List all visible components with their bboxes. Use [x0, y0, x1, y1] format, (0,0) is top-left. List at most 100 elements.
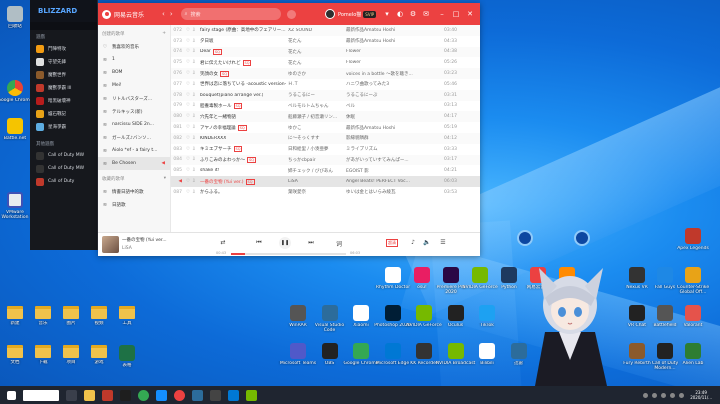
song-row[interactable]: 079 ♡ ⇩ 胆養毒製ホール SQ ベルモルトムちゃん ベル 03:13 — [171, 101, 480, 112]
song-artist[interactable]: 花たん — [288, 60, 346, 66]
download-icon[interactable]: ⇩ — [192, 49, 200, 54]
back-icon[interactable]: ‹ — [162, 10, 165, 18]
download-icon[interactable]: ⇩ — [192, 168, 200, 173]
song-row[interactable]: 082 ♡ ⇩ KINDERXXX に～そっくすす 影縁貌隣群 04:12 — [171, 132, 480, 144]
blizzard-other-game-item[interactable]: Call of Duty MW — [30, 162, 97, 175]
song-album[interactable]: ミライプリズム — [346, 146, 444, 152]
battlenet-icon[interactable] — [156, 389, 167, 401]
nvidia-icon[interactable] — [246, 389, 257, 401]
desktop-icon-speed[interactable] — [505, 230, 545, 246]
effects-icon[interactable]: ♪ — [408, 239, 418, 246]
tray-icon[interactable] — [661, 392, 667, 398]
song-row[interactable]: 074 ♡ ⇩ Dear SQ 花たん Flower 04:38 — [171, 46, 480, 58]
sidebar-playlist-item[interactable]: ♡ 我喜欢的音乐 — [98, 40, 170, 53]
network-icon[interactable] — [670, 392, 676, 398]
user-profile[interactable]: Pomelo猫 SVIP — [325, 9, 377, 19]
desktop-icon-speed-2[interactable] — [562, 230, 602, 246]
song-album[interactable]: 最新作品Amatsu Hoshi — [346, 125, 444, 131]
steam-icon[interactable] — [192, 389, 203, 401]
mic-icon[interactable] — [286, 9, 296, 19]
song-row[interactable]: 076 ♡ ⇩ 笑顔の女 SQ ゆのさか voices in a bottle ～歌を聴き.… — [171, 68, 480, 79]
taskbar-app-icon[interactable] — [102, 389, 113, 401]
download-icon[interactable]: ⇩ — [192, 190, 200, 195]
song-artist[interactable]: ベルモルトムちゃん — [288, 103, 346, 109]
blizzard-game-item[interactable]: 魔獸爭霸 III — [30, 81, 97, 94]
edge-icon[interactable] — [228, 389, 239, 401]
song-row[interactable]: 072 ♡ ⇩ fairy stage (原曲：高地中のフェアリー... XZ SOUN… — [171, 25, 480, 36]
song-album[interactable]: ベル — [346, 103, 444, 109]
song-album[interactable]: 休眠 — [346, 114, 444, 120]
download-icon[interactable]: ⇩ — [192, 157, 200, 162]
song-row[interactable]: 083 ♡ ⇩ キミエブサーチ SQ 日和絵里 / 小湊亜夢 ミライプリズム 03:33 — [171, 144, 480, 155]
song-row[interactable]: 073 ♡ ⇩ 夕日坂 花たん 最新作品Amatsu Hoshi 04:33 — [171, 36, 480, 47]
song-album[interactable]: ハニワ曲歌ってみた3 — [346, 81, 444, 87]
song-artist[interactable]: 葉咲愛奈 — [288, 189, 346, 195]
blizzard-game-item[interactable]: 鬥陣特攻 — [30, 42, 97, 55]
download-icon[interactable]: ⇩ — [192, 179, 200, 184]
download-icon[interactable]: ⇩ — [192, 125, 200, 130]
desktop-app-icon[interactable]: Counter-Strike Global Off... — [676, 267, 710, 295]
song-artist[interactable]: 姉チェック / びびあん — [288, 168, 346, 174]
clock[interactable]: 23:49 2020/11/... — [690, 390, 712, 400]
playlist-icon[interactable]: ☰ — [438, 239, 448, 246]
download-icon[interactable]: ⇩ — [192, 28, 200, 33]
blizzard-game-item[interactable]: 爐石戰記 — [30, 107, 97, 120]
blizzard-game-item[interactable]: 魔獸世界 — [30, 68, 97, 81]
song-artist[interactable]: Ｈ.Ｔ — [288, 81, 346, 87]
desktop-app-icon[interactable]: Alien Lab — [676, 343, 710, 371]
close-icon[interactable]: ✕ — [464, 8, 476, 20]
settings-icon[interactable]: ⚙ — [407, 8, 419, 20]
song-row[interactable]: 084 ♡ ⇩ ふりこみのよわっか～ SQ ちっかcbpair があがいっていすてみんぱー.… — [171, 154, 480, 166]
song-row[interactable]: 085 ♡ ⇩ shake it! 姉チェック / びびあん EGOIST 影 04:21 — [171, 165, 480, 176]
taskbar-search[interactable] — [23, 389, 59, 401]
start-icon[interactable] — [7, 390, 16, 400]
download-icon[interactable]: ⇩ — [192, 71, 200, 76]
download-icon[interactable]: ⇩ — [192, 82, 200, 87]
file-explorer-icon[interactable] — [84, 389, 95, 401]
sidebar-playlist-item[interactable]: ≋ テルキッス(新) — [98, 105, 170, 118]
song-artist[interactable]: XZ SOUND — [288, 28, 346, 33]
song-artist[interactable]: 花たん — [288, 38, 346, 44]
desktop-app-icon[interactable]: TikTok — [467, 305, 507, 333]
tray-icon[interactable] — [643, 392, 649, 398]
progress-bar[interactable] — [231, 253, 346, 255]
sidebar-playlist-item[interactable]: ≋ BOM — [98, 66, 170, 79]
blizzard-game-item[interactable]: 暗黑破壞神 — [30, 94, 97, 107]
song-album[interactable]: 最新作品Amatsu Hoshi — [346, 38, 444, 44]
task-view-icon[interactable] — [66, 389, 77, 401]
song-artist[interactable]: 船藤瀬子 / 初音瀬リン... — [288, 114, 346, 120]
sidebar-playlist-item[interactable]: ≋ Mei! — [98, 79, 170, 92]
maximize-icon[interactable]: □ — [450, 8, 462, 20]
song-artist[interactable]: うるこるにー — [288, 92, 346, 98]
blizzard-game-item[interactable]: 守望先鋒 — [30, 55, 97, 68]
next-icon[interactable]: ⏭ — [306, 239, 316, 247]
song-artist[interactable]: に～そっくすす — [288, 135, 346, 141]
sidebar-playlist-item[interactable]: ≋ Be Chosen ◀ — [98, 157, 170, 170]
sidebar-collected-item[interactable]: ≋ 情書日語中的歌 — [98, 185, 170, 198]
terminal-icon[interactable] — [120, 389, 131, 401]
download-icon[interactable]: ⇩ — [192, 103, 200, 108]
theme-icon[interactable]: ◐ — [394, 8, 406, 20]
album-cover[interactable] — [102, 236, 119, 253]
netease-icon[interactable] — [174, 389, 185, 401]
desktop-folder[interactable]: 工具 — [107, 306, 147, 331]
volume-icon[interactable] — [679, 392, 685, 398]
sidebar-playlist-item[interactable]: ≋ narcissu SIDE 2n... — [98, 118, 170, 131]
download-icon[interactable]: ⇩ — [192, 60, 200, 65]
song-artist[interactable]: LiSA — [288, 179, 346, 184]
song-album[interactable]: 最新作品Amatsu Hoshi — [346, 27, 444, 33]
shuffle-icon[interactable]: ⇄ — [218, 239, 228, 246]
sidebar-collected-item[interactable]: ≋ 日語歌 — [98, 198, 170, 211]
mail-icon[interactable]: ✉ — [420, 8, 432, 20]
song-album[interactable]: Flower — [346, 60, 444, 65]
previous-icon[interactable]: ⏮ — [254, 239, 264, 247]
song-artist[interactable]: 日和絵里 / 小湊亜夢 — [288, 146, 346, 152]
song-row[interactable]: 087 ♡ ⇩ からふる。 葉咲愛奈 ゆいは金とはいらみ綾瓦 03:53 — [171, 187, 480, 198]
song-album[interactable]: があがいっていすてみんぱー... — [346, 157, 444, 163]
song-row[interactable]: 077 ♡ ⇩ 世界は恋に落ちている -acoustic version- Ｈ.Ｔ ハニワ… — [171, 79, 480, 90]
song-album[interactable]: EGOIST 影 — [346, 168, 444, 174]
lyrics-icon[interactable]: 词 — [334, 239, 344, 248]
dropdown-icon[interactable]: ▾ — [381, 8, 393, 20]
quality-badge[interactable]: 超清 — [386, 239, 398, 247]
download-icon[interactable]: ⇩ — [192, 114, 200, 119]
